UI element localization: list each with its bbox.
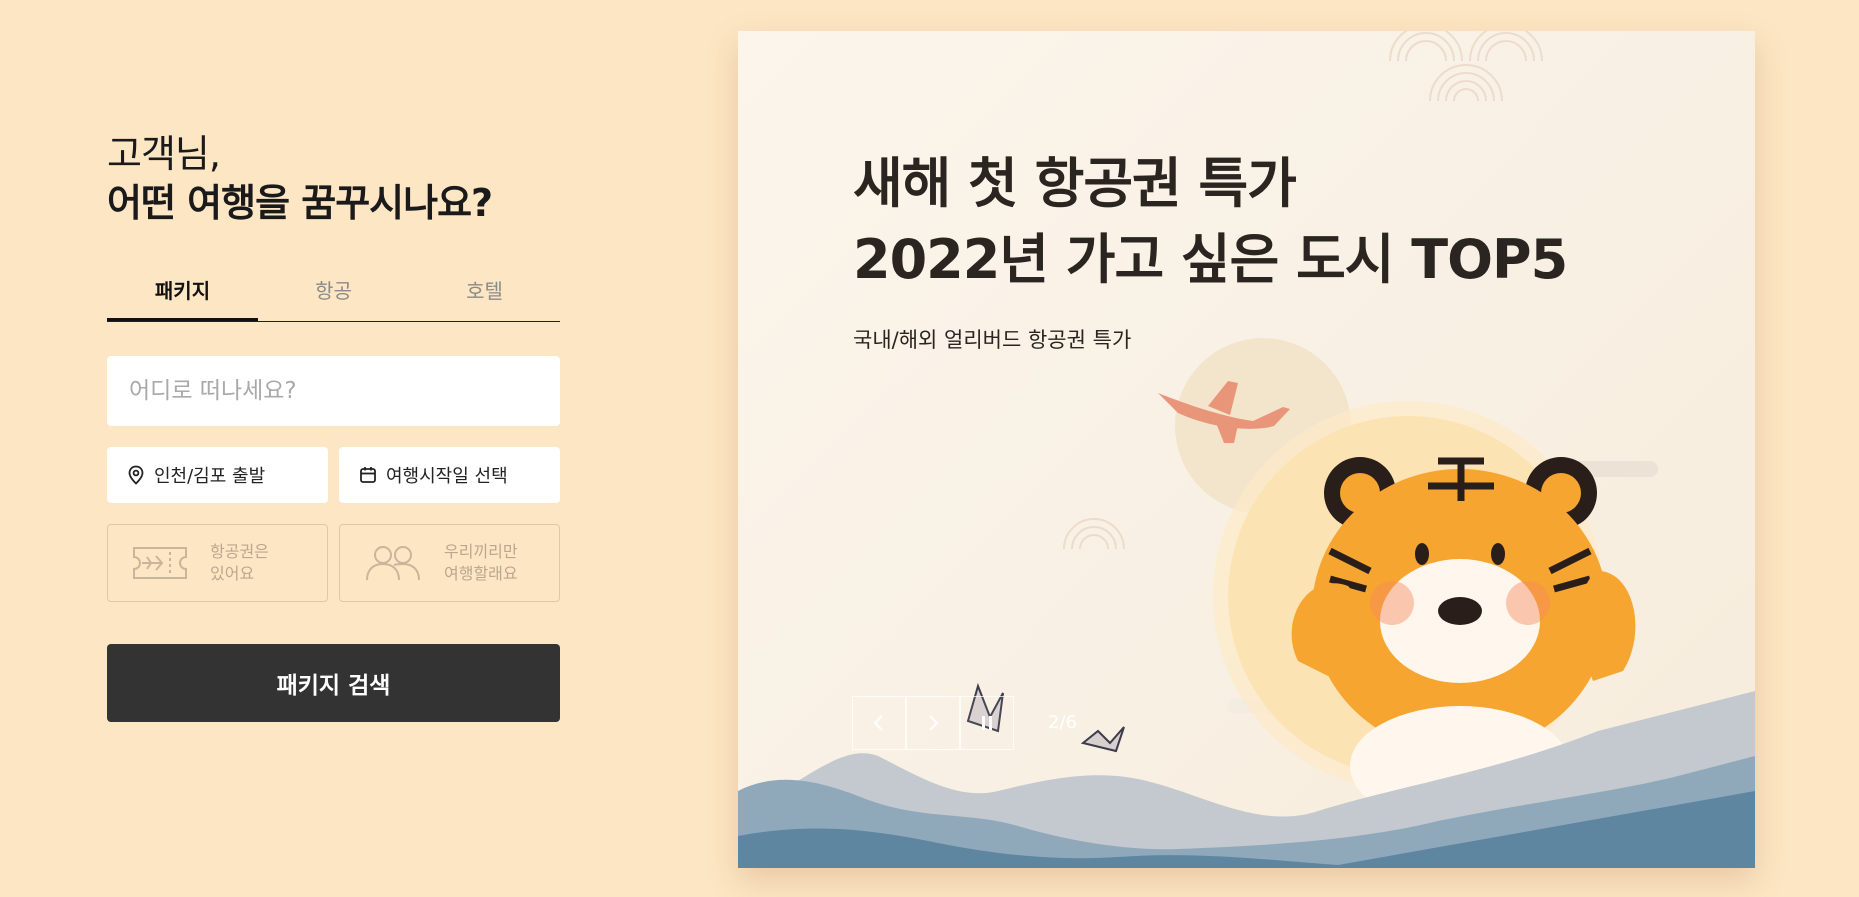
have-flight-line1: 항공권은 — [210, 542, 269, 561]
banner-pause-button[interactable] — [960, 696, 1014, 750]
have-flight-label: 항공권은 있어요 — [210, 541, 269, 585]
destination-input[interactable] — [107, 356, 560, 426]
pause-icon — [982, 716, 992, 730]
chevron-left-icon — [873, 715, 883, 731]
greeting: 고객님, 어떤 여행을 꿈꾸시나요? — [107, 130, 560, 228]
tab-flight[interactable]: 항공 — [258, 266, 409, 321]
ticket-plane-icon — [133, 547, 187, 579]
search-panel: 고객님, 어떤 여행을 꿈꾸시나요? 패키지 항공 호텔 인천/김포 출발 여행… — [107, 130, 560, 722]
options-row: 항공권은 있어요 우리끼리만 여행할래요 — [107, 524, 560, 602]
chevron-right-icon — [929, 715, 939, 731]
banner-title: 새해 첫 항공권 특가 2022년 가고 싶은 도시 TOP5 — [853, 146, 1568, 298]
banner-subtitle: 국내/해외 얼리버드 항공권 특가 — [853, 328, 1132, 352]
banner-title-line1: 새해 첫 항공권 특가 — [853, 152, 1297, 215]
banner-slide-counter: 2/6 — [1048, 712, 1077, 733]
departure-label: 인천/김포 출발 — [154, 466, 266, 487]
private-trip-label: 우리끼리만 여행할래요 — [444, 541, 518, 585]
product-tabs: 패키지 항공 호텔 — [107, 266, 560, 322]
greeting-line1: 고객님, — [107, 132, 221, 176]
banner-next-button[interactable] — [906, 696, 960, 750]
have-flight-line2: 있어요 — [210, 564, 255, 583]
location-pin-icon — [128, 465, 144, 485]
private-trip-line1: 우리끼리만 — [444, 542, 518, 561]
date-label: 여행시작일 선택 — [386, 466, 508, 487]
people-icon — [366, 546, 420, 581]
calendar-icon — [360, 467, 376, 483]
banner-prev-button[interactable] — [852, 696, 906, 750]
tab-package[interactable]: 패키지 — [107, 266, 258, 321]
date-select[interactable]: 여행시작일 선택 — [339, 447, 560, 503]
package-search-button[interactable]: 패키지 검색 — [107, 644, 560, 722]
private-trip-line2: 여행할래요 — [444, 564, 518, 583]
tab-hotel[interactable]: 호텔 — [409, 266, 560, 321]
private-trip-option[interactable]: 우리끼리만 여행할래요 — [339, 524, 560, 602]
departure-date-row: 인천/김포 출발 여행시작일 선택 — [107, 447, 560, 503]
banner-title-line2: 2022년 가고 싶은 도시 TOP5 — [853, 228, 1568, 291]
greeting-line2: 어떤 여행을 꿈꾸시나요? — [107, 181, 493, 225]
departure-select[interactable]: 인천/김포 출발 — [107, 447, 328, 503]
have-flight-option[interactable]: 항공권은 있어요 — [107, 524, 328, 602]
promo-banner[interactable]: 새해 첫 항공권 특가 2022년 가고 싶은 도시 TOP5 국내/해외 얼리… — [738, 31, 1755, 868]
